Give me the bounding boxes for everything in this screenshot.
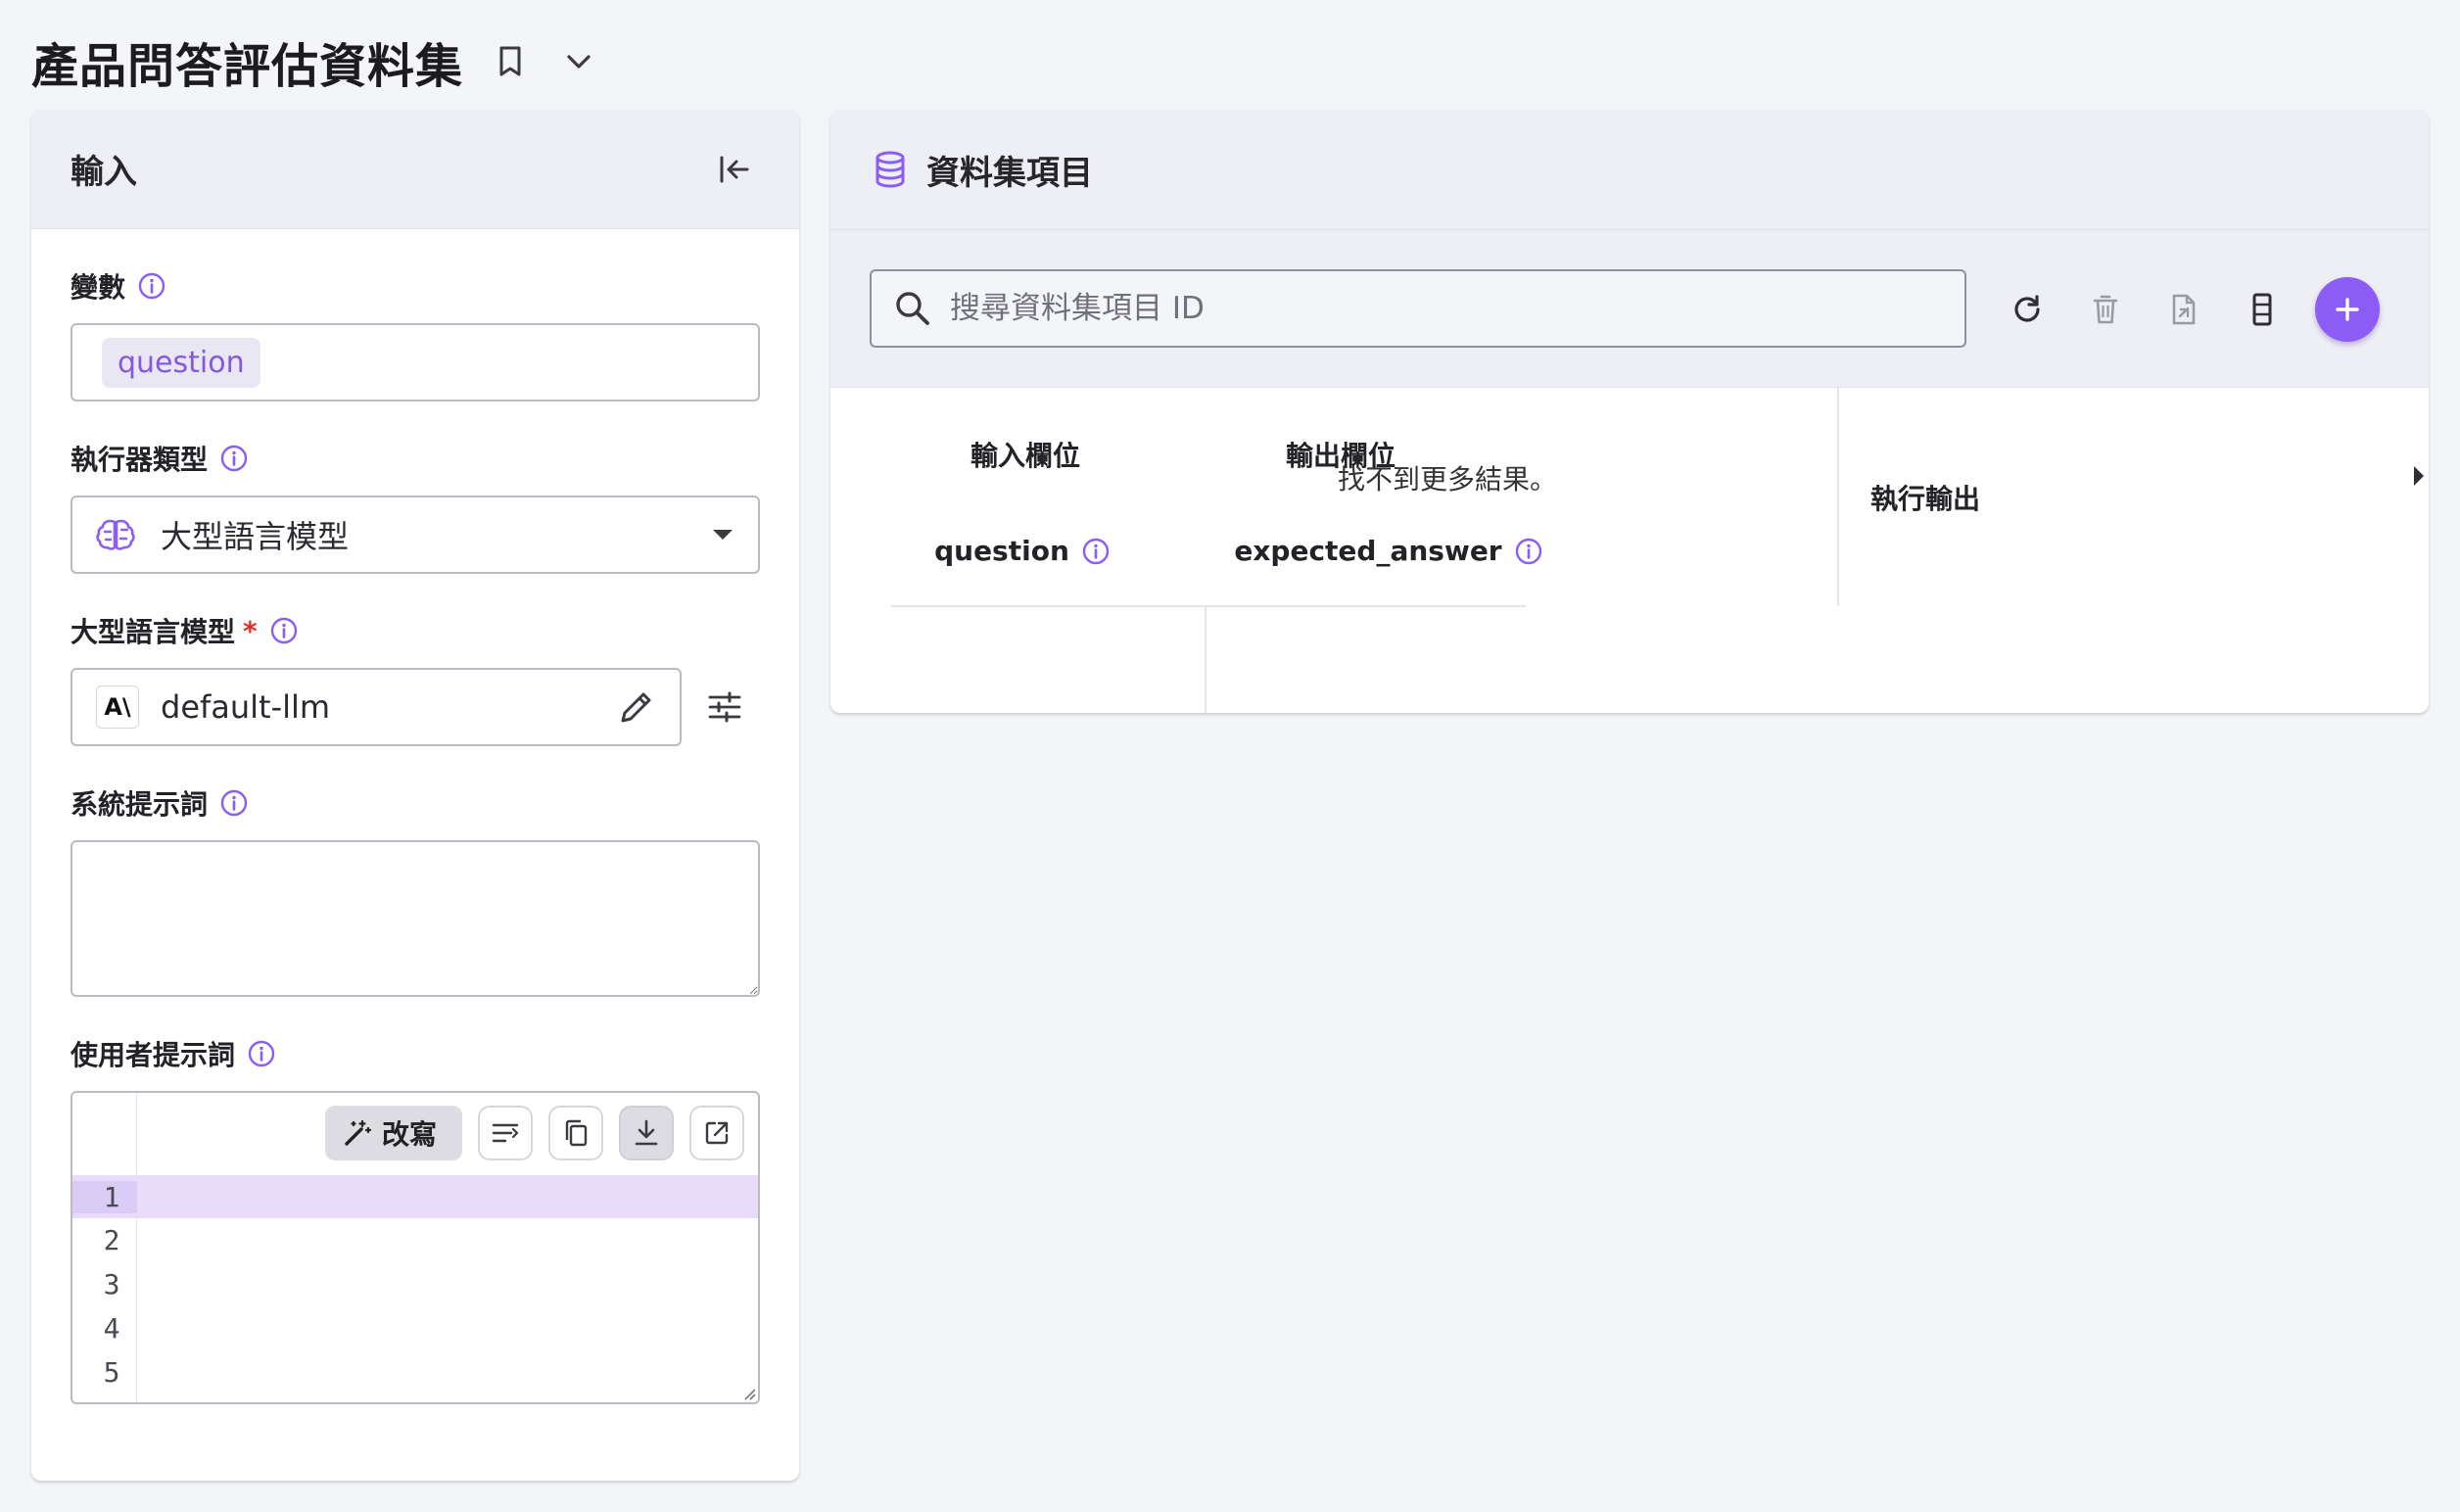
empty-message: 找不到更多結果。: [1337, 463, 1557, 496]
user-prompt-label: 使用者提示詞: [71, 1039, 236, 1071]
copy-button[interactable]: [548, 1106, 603, 1160]
variables-field: 變數 question: [71, 266, 760, 402]
executor-type-label: 執行器類型: [71, 444, 209, 476]
chevron-down-icon[interactable]: [557, 40, 600, 83]
user-prompt-editor[interactable]: 改寫 1 2 3 4 5: [71, 1091, 760, 1404]
refresh-button[interactable]: [2002, 284, 2053, 335]
resize-handle-icon[interactable]: [740, 1385, 756, 1400]
trash-icon: [2093, 295, 2118, 324]
info-icon[interactable]: [269, 616, 299, 645]
wrap-text-button[interactable]: [478, 1106, 533, 1160]
dropdown-arrow-icon: [713, 530, 733, 540]
system-prompt-textarea[interactable]: [71, 840, 760, 997]
llm-value: default-llm: [161, 688, 331, 726]
info-icon[interactable]: [247, 1039, 276, 1068]
executor-type-field: 執行器類型 大型語言模型: [71, 439, 760, 574]
editor-line[interactable]: 2: [72, 1218, 758, 1261]
line-number: 3: [103, 1267, 120, 1300]
line-number: 2: [103, 1223, 120, 1256]
info-icon[interactable]: [219, 788, 249, 818]
download-button[interactable]: [619, 1106, 674, 1160]
delete-button[interactable]: [2080, 284, 2131, 335]
column-header-question: question: [830, 535, 1214, 567]
dataset-table: 輸入欄位 輸出欄位 question expected_answer 執行輸出: [830, 388, 2429, 713]
database-icon: [875, 151, 905, 188]
bookmark-icon[interactable]: [489, 40, 532, 83]
system-prompt-label: 系統提示詞: [71, 788, 209, 821]
system-prompt-field: 系統提示詞: [71, 783, 760, 1001]
editor-line[interactable]: 3: [72, 1262, 758, 1305]
info-icon[interactable]: [219, 444, 249, 473]
llm-field: 大型語言模型 * A\ default-llm: [71, 611, 760, 746]
info-icon[interactable]: [1081, 537, 1111, 566]
column-view-button[interactable]: [2237, 284, 2288, 335]
table-rows-icon: [2252, 293, 2272, 326]
llm-label: 大型語言模型: [71, 616, 236, 648]
plus-icon: [2336, 298, 2359, 321]
collapse-panel-button[interactable]: [709, 144, 760, 195]
dataset-items-panel: 資料集項目 輸入欄位 輸出欄位: [830, 110, 2429, 713]
open-in-new-icon: [705, 1121, 729, 1145]
brain-icon: [96, 519, 135, 550]
anthropic-logo-icon: A\: [96, 685, 139, 729]
editor-toolbar: 改寫: [324, 1105, 744, 1161]
info-icon[interactable]: [1514, 537, 1543, 566]
column-question-label: question: [934, 535, 1069, 567]
line-number: 1: [72, 1180, 137, 1213]
refresh-icon: [2014, 295, 2040, 322]
dataset-toolbar: [830, 229, 2429, 388]
dataset-search-input[interactable]: [950, 291, 1943, 326]
user-prompt-field: 使用者提示詞 改寫 1 2 3 4 5: [71, 1034, 760, 1404]
import-file-button[interactable]: [2158, 284, 2209, 335]
llm-select[interactable]: A\ default-llm: [71, 668, 682, 746]
file-import-icon: [2172, 294, 2196, 325]
executor-type-select[interactable]: 大型語言模型: [71, 496, 760, 574]
download-icon: [635, 1119, 658, 1146]
column-header-expected-answer: expected_answer: [1214, 535, 1563, 567]
pencil-icon[interactable]: [617, 687, 656, 727]
open-external-button[interactable]: [689, 1106, 744, 1160]
dataset-panel-header: 資料集項目: [830, 110, 2429, 229]
wrap-text-icon: [492, 1123, 519, 1143]
line-number: 5: [103, 1355, 120, 1389]
copy-icon: [565, 1119, 588, 1147]
column-expected-answer-label: expected_answer: [1234, 535, 1502, 567]
rewrite-label: 改寫: [381, 1118, 437, 1151]
search-icon: [896, 292, 929, 325]
input-panel: 輸入 變數 question 執行器類型 大型語言模型 大型語言模型 * A\ …: [31, 110, 799, 1481]
dataset-panel-title: 資料集項目: [926, 153, 1093, 193]
page-title: 產品問答評估資料集: [31, 39, 464, 94]
magic-wand-icon: [345, 1119, 372, 1146]
editor-line[interactable]: 4: [72, 1306, 758, 1349]
add-item-button[interactable]: [2315, 277, 2380, 342]
page-header: 產品問答評估資料集: [31, 27, 600, 96]
line-number: 4: [103, 1311, 120, 1345]
input-panel-title: 輸入: [71, 153, 137, 192]
rewrite-button[interactable]: 改寫: [324, 1106, 462, 1160]
editor-line[interactable]: 1: [72, 1175, 758, 1218]
llm-settings-button[interactable]: [699, 682, 750, 732]
editor-line[interactable]: 5: [72, 1350, 758, 1394]
scroll-right-arrow[interactable]: [2409, 456, 2429, 496]
info-icon[interactable]: [137, 271, 166, 301]
tune-icon: [708, 691, 741, 723]
dataset-actions: [2002, 275, 2380, 344]
input-panel-header: 輸入: [31, 110, 799, 229]
executor-type-value: 大型語言模型: [161, 518, 350, 555]
collapse-left-icon: [720, 156, 749, 182]
caret-right-icon: [2414, 466, 2424, 486]
dataset-search[interactable]: [870, 269, 1966, 348]
variables-label: 變數: [71, 271, 126, 304]
variables-input[interactable]: question: [71, 323, 760, 402]
required-mark: *: [243, 614, 258, 647]
variable-chip[interactable]: question: [102, 337, 260, 388]
